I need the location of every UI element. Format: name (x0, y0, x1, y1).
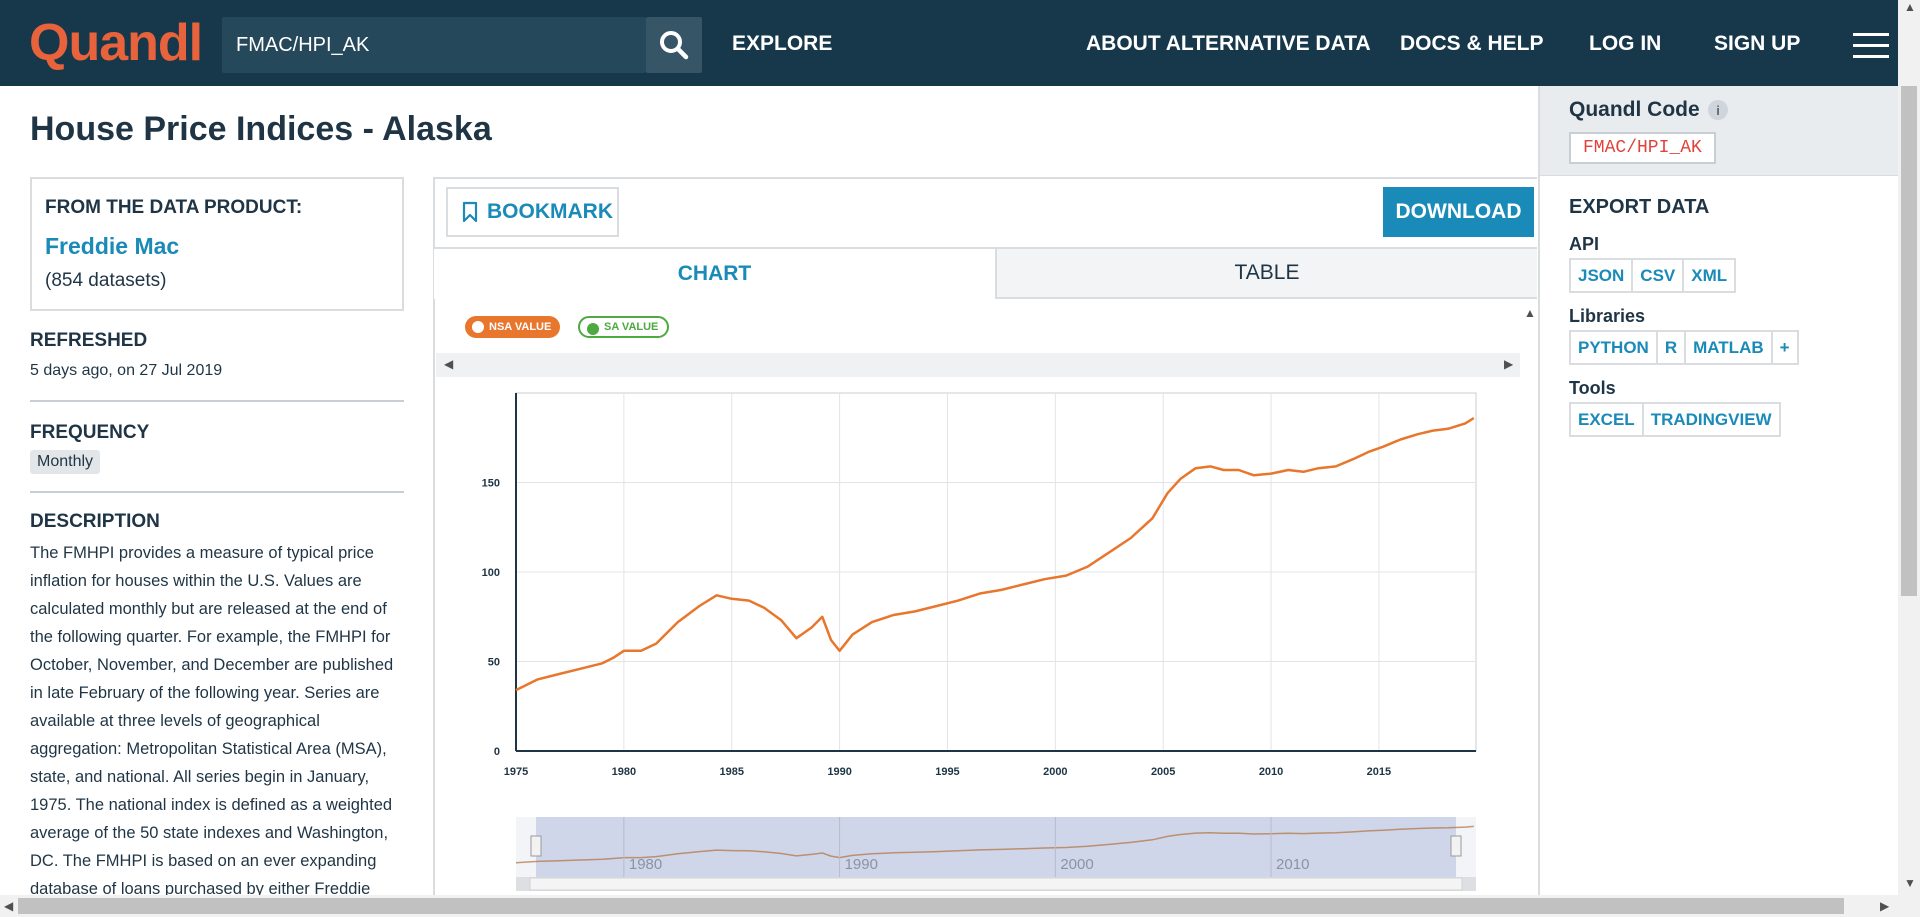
description-title: DESCRIPTION (30, 511, 160, 532)
navigator-label: 1980 (629, 856, 662, 873)
json-button[interactable]: JSON (1571, 260, 1634, 291)
tradingview-button[interactable]: TRADINGVIEW (1643, 404, 1779, 435)
data-product-heading: FROM THE DATA PRODUCT: (45, 197, 303, 218)
navigator-label: 1990 (845, 856, 878, 873)
bookmark-button[interactable]: BOOKMARK (446, 187, 619, 237)
api-button-group: JSON CSV XML (1569, 258, 1737, 293)
nav-log-in[interactable]: LOG IN (1589, 30, 1661, 58)
x-tick-label: 2015 (1367, 766, 1391, 778)
nav-about-alternative-data[interactable]: ABOUT ALTERNATIVE DATA (1086, 30, 1371, 58)
legend-nsa-label: NSA VALUE (489, 321, 552, 333)
y-axis-ticks: 0 50 100 150 (482, 478, 500, 759)
bookmark-label: BOOKMARK (487, 200, 613, 223)
legend-nsa-toggle[interactable]: NSA VALUE (465, 316, 561, 338)
quandl-code-label: Quandl Code (1569, 98, 1700, 121)
export-data-title: EXPORT DATA (1569, 196, 1710, 218)
libraries-label: Libraries (1569, 306, 1646, 326)
tools-label: Tools (1569, 378, 1616, 398)
navigator-handle[interactable] (530, 835, 542, 857)
x-tick-label: 1975 (504, 766, 528, 778)
data-product-count: (854 datasets) (45, 270, 167, 291)
xml-button[interactable]: XML (1684, 260, 1735, 291)
search-input[interactable] (222, 17, 646, 73)
r-button[interactable]: R (1657, 332, 1687, 363)
data-product-link[interactable]: Freddie Mac (45, 233, 179, 260)
csv-button[interactable]: CSV (1633, 260, 1685, 291)
legend-sa-label: SA VALUE (604, 321, 659, 333)
scrollbar-down-icon[interactable]: ▼ (1904, 876, 1916, 890)
scrollbar-left-icon[interactable]: ◀ (4, 899, 13, 913)
hamburger-menu-icon[interactable] (1853, 33, 1889, 59)
frequency-badge: Monthly (30, 450, 101, 474)
navigator-scrollbar-thumb[interactable] (529, 877, 1463, 891)
y-tick-label: 100 (482, 567, 500, 579)
y-tick-label: 50 (488, 657, 500, 669)
horizontal-scrollbar-thumb[interactable] (18, 898, 1844, 914)
tab-chart[interactable]: CHART (434, 247, 995, 299)
data-product-card: FROM THE DATA PRODUCT: Freddie Mac (854 … (30, 177, 404, 311)
bookmark-icon (462, 201, 478, 223)
scroll-left-icon[interactable]: ◀ (444, 357, 453, 371)
matlab-button[interactable]: MATLAB (1686, 332, 1773, 363)
legend-dot-icon (587, 323, 599, 335)
api-label: API (1569, 234, 1600, 254)
x-tick-label: 2010 (1259, 766, 1283, 778)
y-tick-label: 150 (482, 478, 500, 490)
search-box (222, 17, 646, 73)
quandl-code-value[interactable]: FMAC/HPI_AK (1569, 132, 1716, 164)
chart-scroll-up-icon[interactable]: ▲ (1524, 306, 1536, 320)
navigator-label: 2000 (1060, 856, 1093, 873)
divider (30, 400, 404, 402)
price-index-line-chart: 0 50 100 150 1975 1980 1985 1990 1995 2000 2005 20… (482, 392, 1477, 891)
scroll-right-icon[interactable]: ▶ (1504, 357, 1513, 371)
legend-dot-icon (472, 321, 484, 333)
range-navigator[interactable]: 1980 1990 2000 2010 (515, 817, 1476, 891)
legend-sa-toggle[interactable]: SA VALUE (578, 316, 670, 338)
vertical-scrollbar-thumb[interactable] (1901, 86, 1917, 596)
frequency-title: FREQUENCY (30, 422, 150, 443)
more-libraries-button[interactable]: + (1772, 332, 1797, 363)
x-tick-label: 1980 (612, 766, 636, 778)
description-text: The FMHPI provides a measure of typical … (30, 544, 394, 896)
download-button[interactable]: DOWNLOAD (1383, 187, 1534, 237)
x-tick-label: 1995 (935, 766, 959, 778)
libraries-button-group: PYTHON R MATLAB + (1569, 330, 1799, 365)
navigator-handle[interactable] (1450, 835, 1462, 857)
refreshed-value: 5 days ago, on 27 Jul 2019 (30, 362, 223, 379)
navigator-selection (536, 817, 1456, 877)
refreshed-title: REFRESHED (30, 330, 148, 351)
chart-scroll-strip[interactable]: ◀ ▶ (436, 353, 1520, 377)
excel-button[interactable]: EXCEL (1571, 404, 1644, 435)
search-icon (660, 31, 689, 60)
info-icon[interactable]: i (1708, 100, 1728, 120)
search-button[interactable] (646, 17, 702, 73)
y-tick-label: 0 (494, 746, 500, 758)
x-tick-label: 2000 (1043, 766, 1067, 778)
divider (30, 491, 404, 493)
navigator-label: 2010 (1276, 856, 1309, 873)
page-title: House Price Indices - Alaska (30, 110, 492, 148)
chart-grid (515, 392, 1477, 752)
python-button[interactable]: PYTHON (1571, 332, 1658, 363)
nav-sign-up[interactable]: SIGN UP (1714, 30, 1800, 58)
tab-table[interactable]: TABLE (995, 247, 1537, 299)
nav-docs-help[interactable]: DOCS & HELP (1400, 30, 1544, 58)
nav-explore[interactable]: EXPLORE (732, 30, 832, 58)
quandl-logo[interactable]: Quandl (29, 12, 203, 74)
x-tick-label: 1985 (719, 766, 743, 778)
scrollbar-up-icon[interactable]: ▲ (1904, 0, 1916, 14)
x-tick-label: 2005 (1151, 766, 1175, 778)
x-axis-ticks: 1975 1980 1985 1990 1995 2000 2005 2010 2015 (504, 766, 1391, 778)
scrollbar-right-icon[interactable]: ▶ (1880, 899, 1889, 913)
x-tick-label: 1990 (827, 766, 851, 778)
tools-button-group: EXCEL TRADINGVIEW (1569, 402, 1781, 437)
